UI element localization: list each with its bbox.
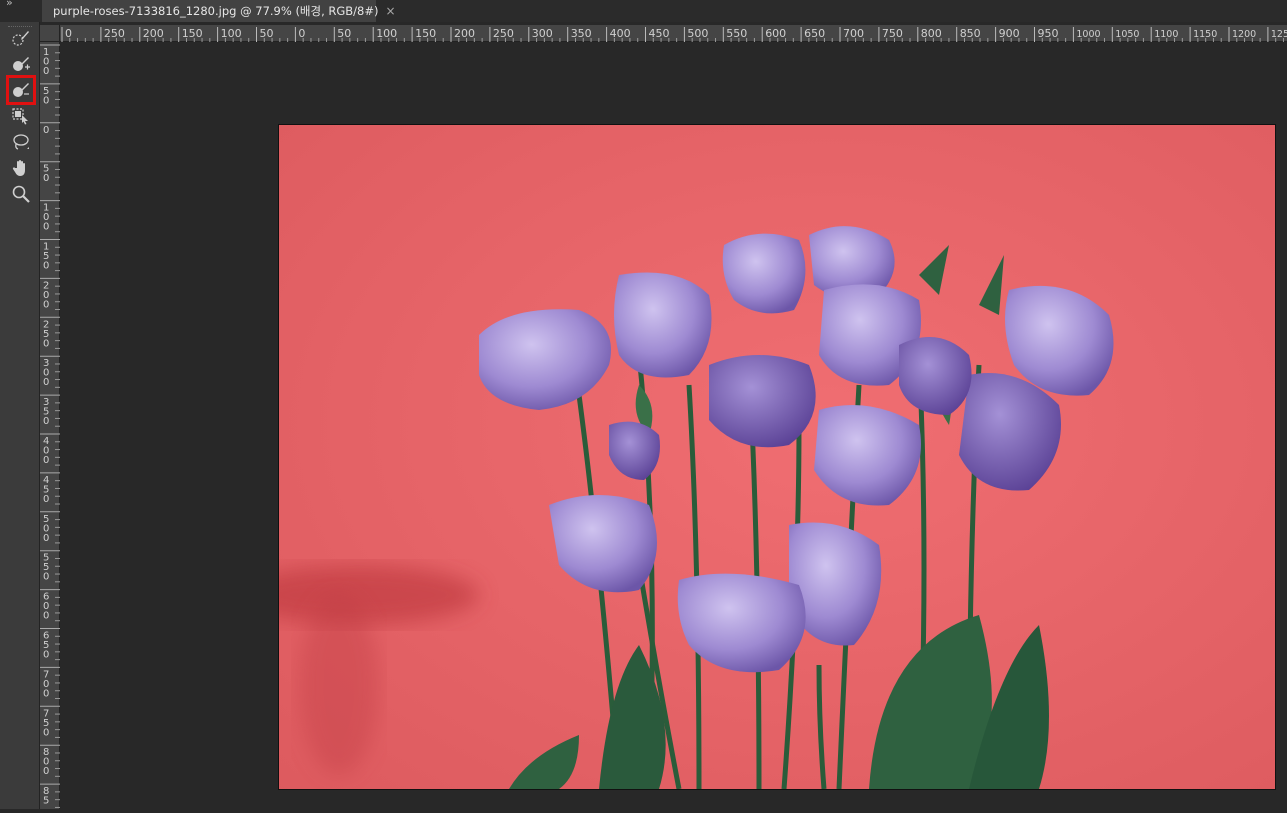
- ruler-h-label: 650: [804, 27, 825, 40]
- ruler-h-label: 150: [415, 27, 436, 40]
- object-selection-brush-tool[interactable]: [9, 52, 33, 76]
- ruler-h-label: 250: [104, 27, 125, 40]
- ruler-h-label: 1050: [1115, 29, 1139, 40]
- ruler-h-label: 450: [649, 27, 670, 40]
- ruler-v-label: 700: [43, 669, 49, 699]
- horizontal-ruler[interactable]: 0 250 200 150 100 50 0 50 100 150 200 250 300 350 400 4…: [60, 25, 1287, 42]
- collapse-toolbar-icon[interactable]: »: [6, 0, 13, 9]
- ruler-h-label: 50: [337, 27, 351, 40]
- ruler-v-label: 50: [43, 86, 49, 107]
- ruler-h-label: 1150: [1193, 29, 1217, 40]
- ruler-h-label: 1250: [1271, 29, 1287, 40]
- ruler-h-label: 500: [687, 27, 708, 40]
- document-image[interactable]: [278, 124, 1276, 790]
- ruler-v-label: 400: [43, 436, 49, 466]
- ruler-v-label: 50: [43, 164, 49, 185]
- ruler-h-label: 700: [843, 27, 864, 40]
- ruler-v-label: 250: [43, 319, 49, 349]
- ruler-h-label: 100: [376, 27, 397, 40]
- ruler-h-label: 150: [182, 27, 203, 40]
- document-tab-title: purple-roses-7133816_1280.jpg @ 77.9% (배…: [53, 4, 379, 18]
- ruler-h-label: 600: [765, 27, 786, 40]
- ruler-h-label: 50: [260, 27, 274, 40]
- ruler-v-label: 750: [43, 708, 49, 738]
- ruler-h-label: 0: [65, 27, 72, 40]
- ruler-h-label: 250: [493, 27, 514, 40]
- ruler-h-label: 350: [571, 27, 592, 40]
- ruler-h-label: 950: [1038, 27, 1059, 40]
- ruler-h-label: 400: [610, 27, 631, 40]
- ruler-h-label: 300: [532, 27, 553, 40]
- ruler-v-label: 100: [43, 47, 49, 77]
- object-selection-tool[interactable]: [9, 104, 33, 128]
- ruler-v-label: 600: [43, 592, 49, 622]
- ruler-v-label: 300: [43, 358, 49, 388]
- ruler-v-label: 200: [43, 280, 49, 310]
- ruler-h-label: 200: [454, 27, 475, 40]
- ruler-h-label: 750: [882, 27, 903, 40]
- zoom-icon: [12, 185, 30, 203]
- vertical-ruler-ticks: 1 0 05 005 01 0 01 5 02 0 02 5 03 0 03 5 04 0 04 5 05 0 05 5 06 0…: [40, 44, 60, 808]
- ruler-v-label: 650: [43, 631, 49, 661]
- brush-selection-icon: [12, 31, 29, 46]
- document-tab-bar: » purple-roses-7133816_1280.jpg @ 77.9% …: [0, 0, 1287, 22]
- ruler-v-label: 350: [43, 397, 49, 427]
- ruler-h-label: 100: [221, 27, 242, 40]
- vertical-ruler[interactable]: 1005005010015020025030035040045050055060…: [40, 42, 60, 809]
- lasso-icon: [13, 134, 29, 150]
- ruler-h-label: 800: [921, 27, 942, 40]
- close-tab-icon[interactable]: ×: [386, 4, 396, 18]
- ruler-h-label: 1000: [1076, 29, 1100, 40]
- ruler-v-label: 0: [43, 125, 49, 136]
- quick-selection-tool[interactable]: [9, 26, 33, 50]
- ruler-v-label: 450: [43, 475, 49, 505]
- purple-roses-photo: [279, 125, 1275, 789]
- ruler-v-label: 800: [43, 747, 49, 777]
- document-tab[interactable]: purple-roses-7133816_1280.jpg @ 77.9% (배…: [42, 0, 396, 22]
- ruler-v-label: 500: [43, 514, 49, 544]
- brush-selection-minus-icon: [13, 83, 29, 97]
- ruler-h-label: 1200: [1232, 29, 1256, 40]
- lasso-tool[interactable]: [9, 130, 33, 154]
- ruler-h-label: 1100: [1154, 29, 1178, 40]
- hand-icon: [12, 160, 25, 176]
- hand-tool[interactable]: [9, 156, 33, 180]
- ruler-v-label: 85: [43, 786, 49, 807]
- ruler-origin[interactable]: [40, 25, 60, 42]
- ruler-h-label: 0: [298, 27, 305, 40]
- object-select-icon: [12, 108, 28, 125]
- ruler-h-label: 850: [960, 27, 981, 40]
- ruler-h-label: 200: [143, 27, 164, 40]
- ruler-h-label: 900: [999, 27, 1020, 40]
- ruler-v-label: 150: [43, 242, 49, 272]
- ruler-v-label: 100: [43, 203, 49, 233]
- zoom-tool[interactable]: [9, 182, 33, 206]
- horizontal-ruler-ticks: 0 250 200 150 100 50 0 50 100 150 200 250 300 350 400 4…: [61, 27, 1287, 42]
- ruler-v-label: 550: [43, 553, 49, 583]
- brush-selection-plus-icon: [13, 57, 30, 71]
- ruler-h-label: 550: [726, 27, 747, 40]
- tools-panel: [0, 22, 40, 809]
- selection-brush-tool[interactable]: [6, 75, 36, 105]
